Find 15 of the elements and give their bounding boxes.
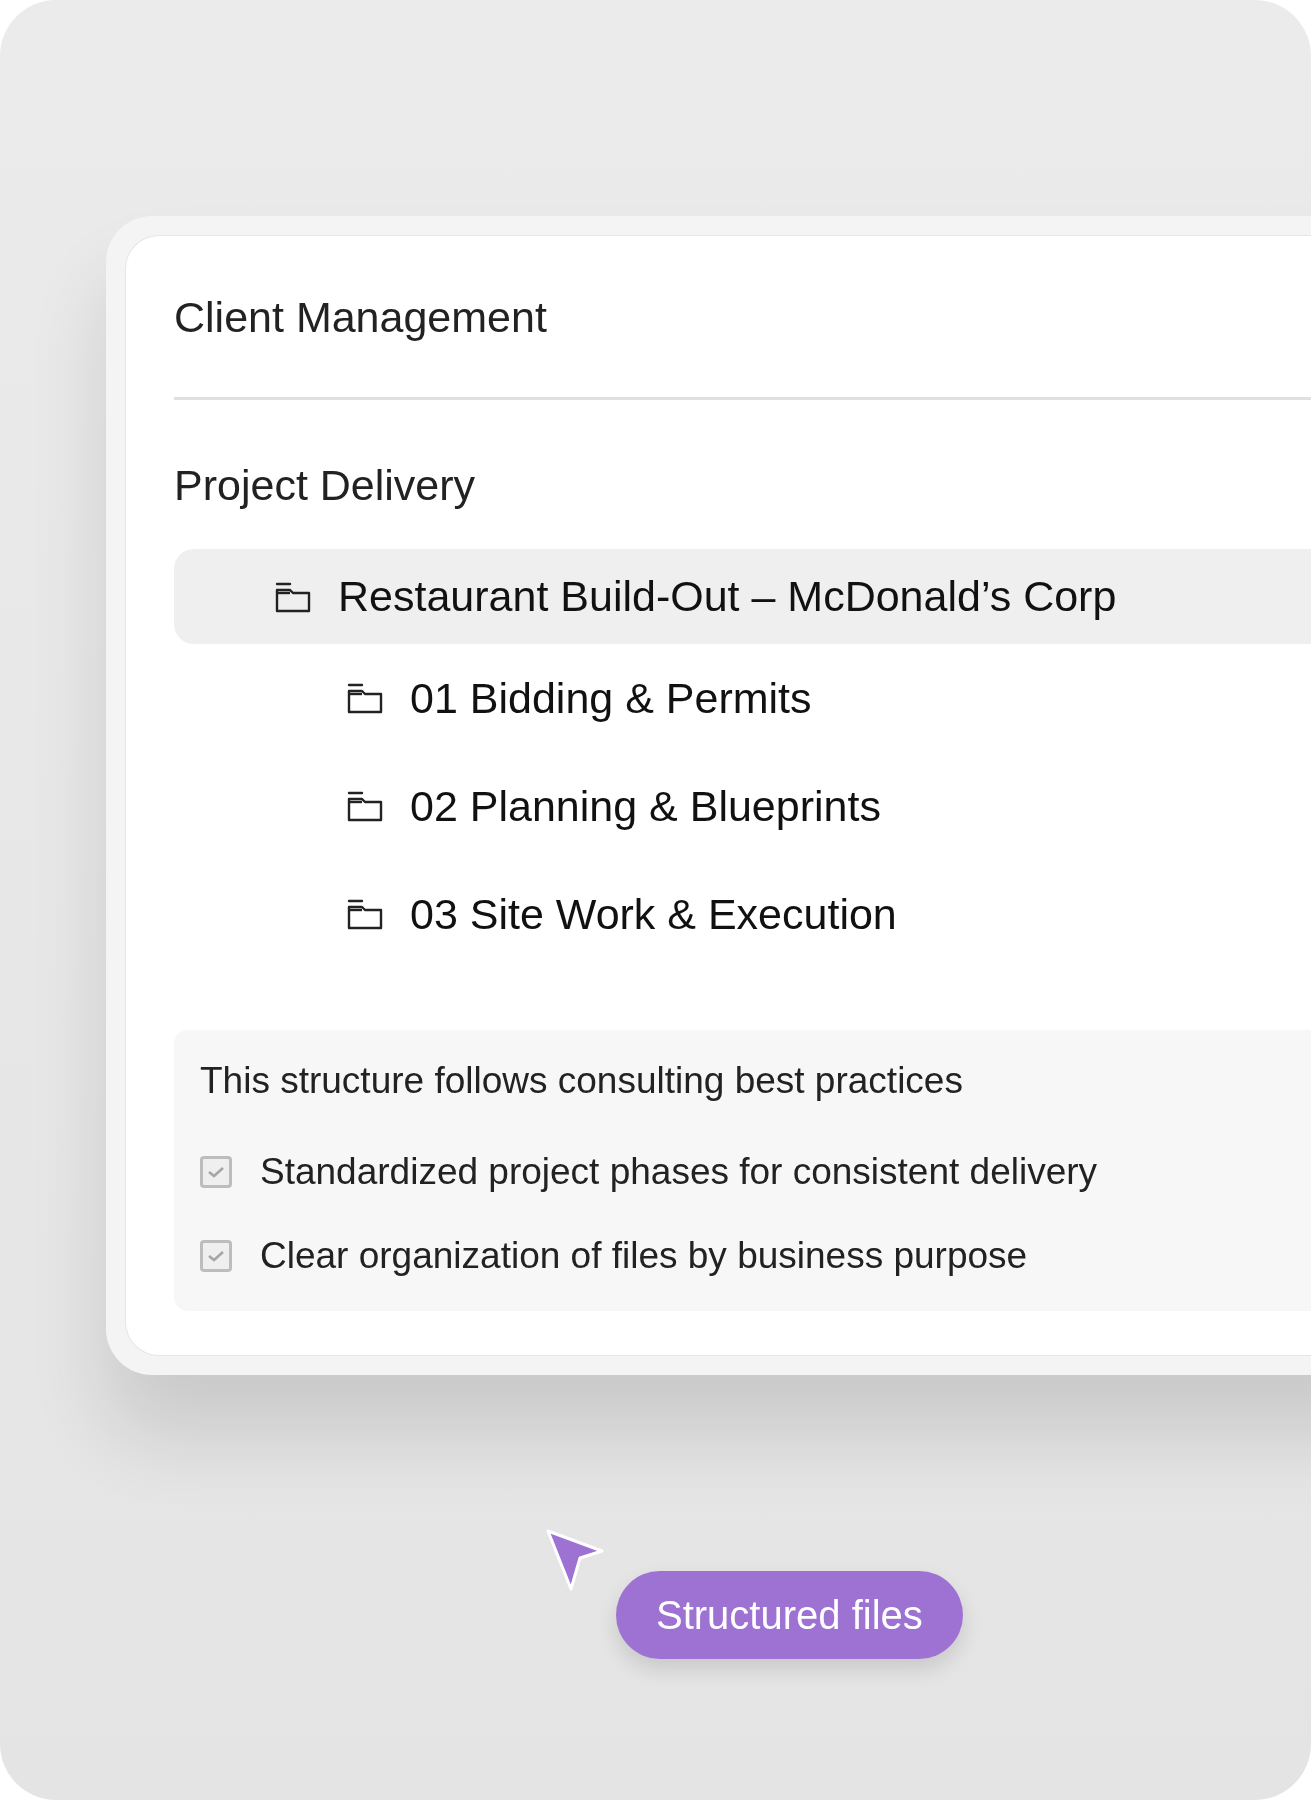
checklist-item: Standardized project phases for consistent delivery — [260, 1150, 1098, 1195]
folder-name: Restaurant Build-Out – McDonald’s Corp — [338, 571, 1117, 623]
checkbox[interactable] — [200, 1239, 232, 1272]
checkmark-icon — [207, 1248, 225, 1263]
checkbox[interactable] — [200, 1156, 232, 1188]
folder-row[interactable]: Restaurant Build-Out – McDonald’s Corp — [174, 549, 1311, 644]
folder-name: 01 Bidding & Permits — [410, 672, 812, 724]
card-title: Client Management — [174, 296, 548, 339]
folder-name: 02 Planning & Blueprints — [410, 780, 881, 832]
folder-name: 03 Site Work & Execution — [410, 888, 897, 940]
checkmark-icon — [207, 1165, 225, 1179]
section-title: Project Delivery — [174, 464, 477, 507]
info-title: This structure follows consulting best practices — [200, 1059, 964, 1103]
checklist-item: Clear organization of files by business purpose — [260, 1233, 1028, 1278]
tooltip-pill: Structured files — [616, 1571, 963, 1660]
